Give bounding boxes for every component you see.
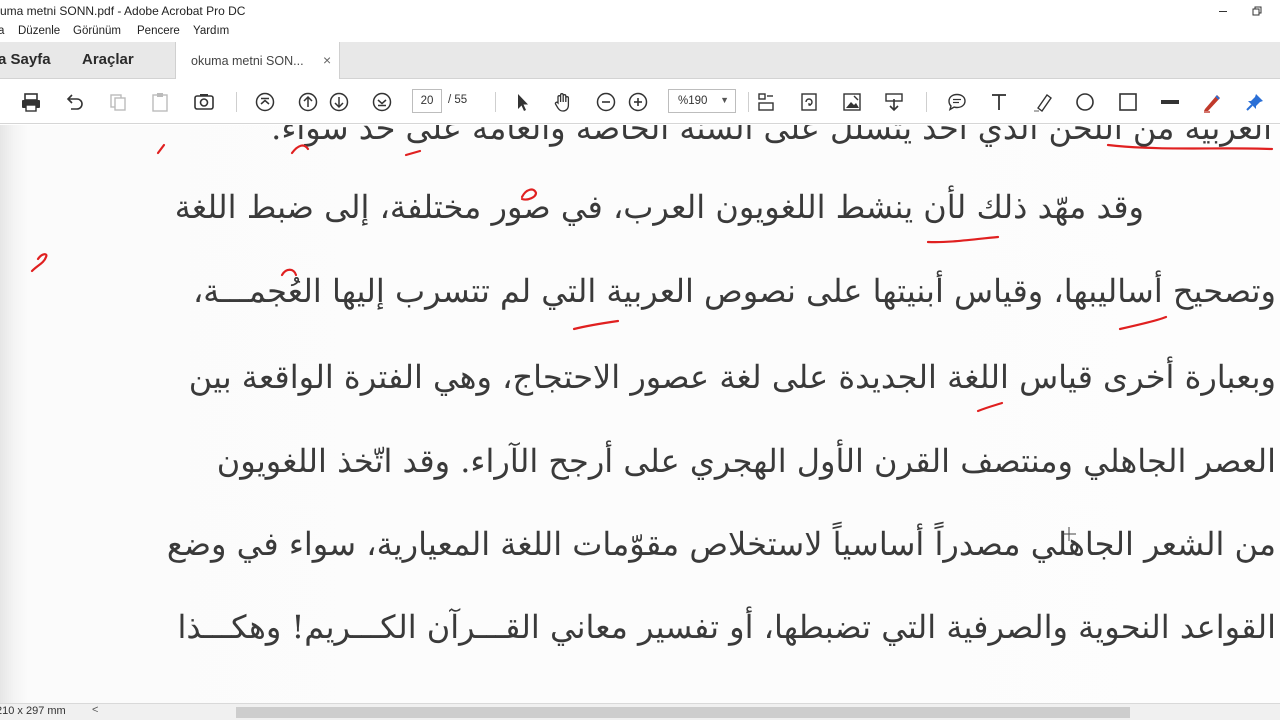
menu-bar: a Düzenle Görünüm Pencere Yardım [0, 22, 1280, 42]
acrobat-window: kuma metni SONN.pdf - Adobe Acrobat Pro … [0, 0, 1280, 720]
download-icon[interactable] [882, 90, 906, 114]
annotation-mark [280, 268, 298, 277]
annotation-mark [30, 253, 48, 273]
select-arrow-icon[interactable] [510, 90, 534, 114]
next-page-icon[interactable] [327, 90, 351, 114]
scroll-left-icon[interactable]: < [92, 704, 98, 716]
print-icon[interactable] [19, 90, 43, 114]
prev-page-icon[interactable] [296, 90, 320, 114]
strikethrough-icon[interactable] [1158, 90, 1182, 114]
rotate-icon[interactable] [797, 90, 821, 114]
annotation-underline [1118, 315, 1168, 331]
annotation-mark [404, 149, 422, 157]
title-bar: kuma metni SONN.pdf - Adobe Acrobat Pro … [0, 0, 1280, 22]
copy-icon[interactable] [106, 90, 130, 114]
crop-icon[interactable] [754, 90, 778, 114]
annotation-mark [520, 188, 538, 201]
last-page-icon[interactable] [370, 90, 394, 114]
hand-icon[interactable] [551, 90, 575, 114]
document-view[interactable]: العربية من اللحن الذي أخذ يتسلل على ألسن… [0, 125, 1280, 703]
annotation-underline [976, 401, 1004, 413]
text-icon[interactable] [987, 90, 1011, 114]
menu-window[interactable]: Pencere [137, 25, 180, 37]
zoom-in-icon[interactable] [626, 90, 650, 114]
annotation-underline [1106, 143, 1274, 151]
page-number-input[interactable]: 20 [412, 89, 442, 113]
screenshot-icon[interactable] [192, 90, 216, 114]
first-page-icon[interactable] [253, 90, 277, 114]
horizontal-scrollbar[interactable] [236, 707, 1130, 718]
annotation-mark [156, 143, 166, 155]
cursor-crosshair-icon [1062, 527, 1076, 544]
menu-view[interactable]: Görünüm [73, 25, 121, 37]
menu-edit[interactable]: Düzenle [18, 25, 60, 37]
toolbar-separator [236, 92, 237, 112]
menu-help[interactable]: Yardım [193, 25, 229, 37]
window-title: kuma metni SONN.pdf - Adobe Acrobat Pro … [0, 4, 246, 18]
paste-icon[interactable] [148, 90, 172, 114]
highlight-icon[interactable] [1031, 90, 1055, 114]
page-size-label: 210 x 297 mm [0, 705, 66, 717]
toolbar-separator [495, 92, 496, 112]
toolbar-separator [926, 92, 927, 112]
image-icon[interactable] [840, 90, 864, 114]
undo-icon[interactable] [62, 90, 86, 114]
zoom-select[interactable]: %190 ▼ [668, 89, 736, 113]
chevron-down-icon: ▼ [720, 95, 729, 105]
pin-icon[interactable] [1243, 90, 1267, 114]
tab-home[interactable]: a Sayfa [0, 51, 51, 68]
pen-icon[interactable] [1200, 90, 1224, 114]
tab-tools[interactable]: Araçlar [82, 51, 134, 68]
zoom-out-icon[interactable] [594, 90, 618, 114]
comment-icon[interactable] [945, 90, 969, 114]
toolbar-separator [748, 92, 749, 112]
annotation-underline [926, 235, 1000, 244]
zoom-value: %190 [678, 95, 708, 107]
circle-icon[interactable] [1073, 90, 1097, 114]
status-bar: 210 x 297 mm < [0, 703, 1280, 720]
tab-bar: a Sayfa Araçlar okuma metni SON... × [0, 42, 1280, 79]
document-tab-label: okuma metni SON... [191, 54, 304, 68]
tab-document[interactable]: okuma metni SON... × [175, 42, 340, 79]
annotation-mark [290, 144, 310, 155]
annotation-underline [572, 319, 620, 331]
restore-icon[interactable] [1234, 0, 1280, 22]
close-tab-icon[interactable]: × [323, 52, 331, 68]
toolbar [0, 80, 1280, 124]
rectangle-icon[interactable] [1116, 90, 1140, 114]
pen-annotations [30, 143, 1274, 413]
menu-file[interactable]: a [0, 25, 4, 37]
page-total: / 55 [448, 94, 468, 106]
